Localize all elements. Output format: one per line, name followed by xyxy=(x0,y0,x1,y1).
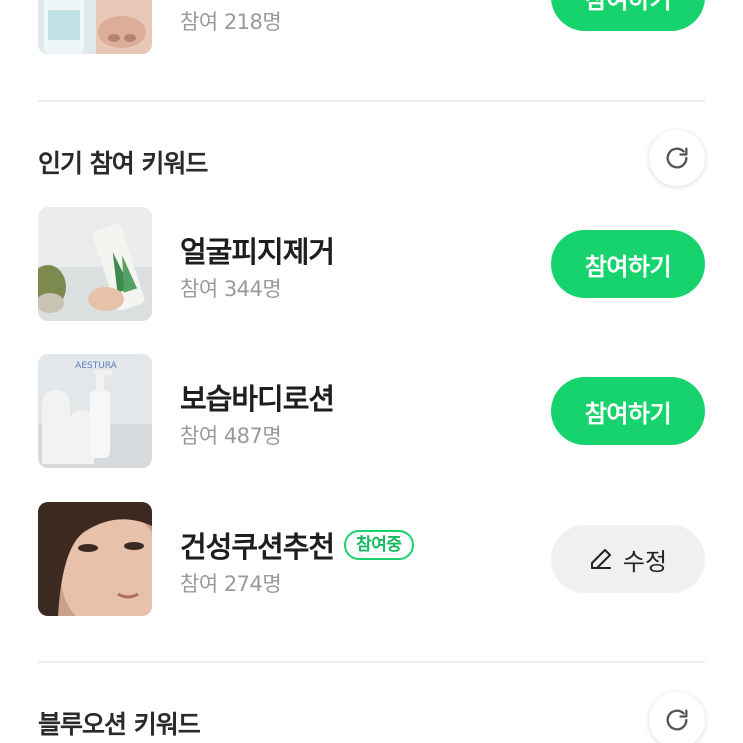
refresh-button-popular[interactable] xyxy=(649,130,705,186)
edit-button-label: 수정 xyxy=(622,547,668,576)
keyword-row-top[interactable]: 참여 218명 참여하기 xyxy=(38,0,705,54)
participant-count: 참여 274명 xyxy=(180,572,282,596)
keyword-title: 얼굴피지제거 xyxy=(180,235,335,269)
section-title-popular: 인기 참여 키워드 xyxy=(38,149,208,178)
keyword-thumbnail: AESTURA xyxy=(38,354,152,468)
join-button[interactable]: 참여하기 xyxy=(551,230,705,298)
refresh-button-blue-ocean[interactable] xyxy=(649,692,705,743)
section-divider xyxy=(38,661,705,663)
participant-count: 참여 487명 xyxy=(180,424,282,448)
brand-text: AESTURA xyxy=(75,361,118,371)
refresh-icon xyxy=(666,147,688,169)
pencil-icon xyxy=(590,549,611,569)
keyword-thumbnail-top xyxy=(38,0,152,54)
keyword-title: 건성쿠션추천 참여중 xyxy=(180,524,414,566)
keyword-thumbnail xyxy=(38,502,152,616)
participant-count: 참여 344명 xyxy=(180,277,282,301)
section-title-blue-ocean: 블루오션 키워드 xyxy=(38,710,201,739)
keyword-title: 보습바디로션 xyxy=(180,382,335,416)
join-button[interactable]: 참여하기 xyxy=(551,377,705,445)
keyword-thumbnail xyxy=(38,207,152,321)
participant-count: 참여 218명 xyxy=(180,10,282,34)
join-button[interactable]: 참여하기 xyxy=(551,0,705,31)
keyword-row[interactable]: 얼굴피지제거 참여 344명 참여하기 xyxy=(38,207,705,321)
refresh-icon xyxy=(666,709,688,731)
edit-button[interactable]: 수정 xyxy=(551,525,705,593)
keyword-row[interactable]: AESTURA 보습바디로션 참여 487명 참여하기 xyxy=(38,354,705,468)
participating-badge: 참여중 xyxy=(344,530,414,560)
keyword-row[interactable]: 건성쿠션추천 참여중 참여 274명 수정 xyxy=(38,502,705,616)
section-divider xyxy=(38,100,705,102)
